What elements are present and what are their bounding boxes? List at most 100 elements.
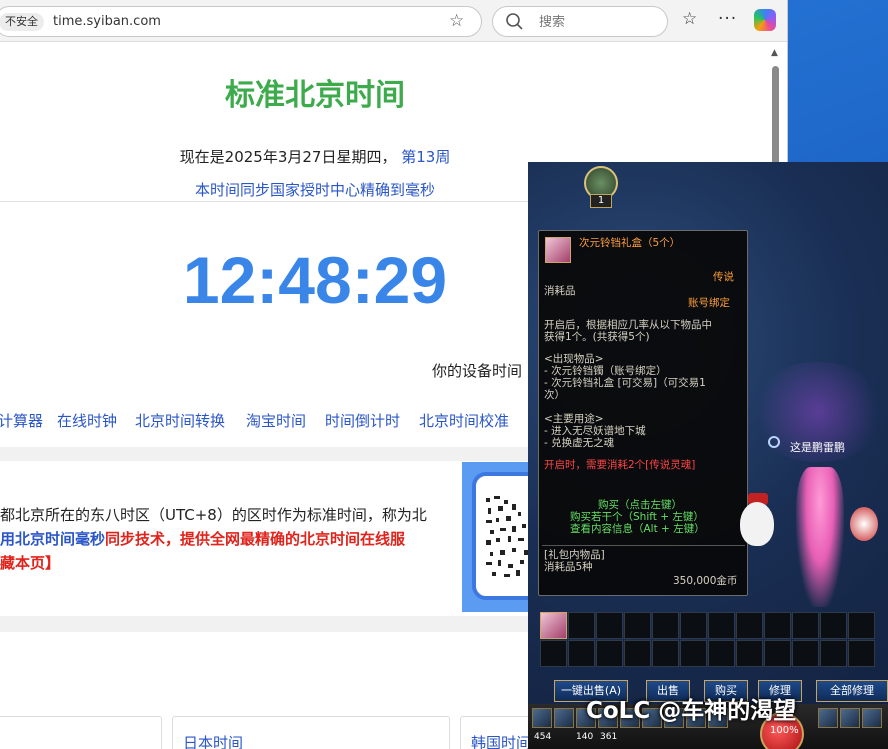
copilot-icon[interactable] (754, 9, 776, 31)
use-entry: - 兑换虚无之魂 (544, 437, 615, 449)
skill-slot[interactable] (840, 708, 860, 728)
item-price: 350,000金币 (673, 575, 738, 587)
watermark: CoLC @车神的渴望 (586, 698, 797, 724)
inventory-slot[interactable] (820, 640, 847, 667)
inventory-slot[interactable] (848, 612, 875, 639)
view-contents-hint: 查看内容信息（Alt + 左键） (570, 523, 705, 535)
scrollbar-thumb[interactable] (772, 66, 779, 166)
item-rarity: 传说 (713, 271, 734, 283)
inventory-slot[interactable] (596, 640, 623, 667)
repair-all-button[interactable]: 全部修理 (816, 680, 888, 702)
inventory-slot[interactable] (568, 640, 595, 667)
hp-percent: 100% (770, 725, 799, 736)
item-entry: - 次元铃铛礼盒 [可交易]（可交易1 (544, 377, 706, 389)
use-entry: - 进入无尽妖谱地下城 (544, 425, 646, 437)
nav-link-taobao-time[interactable]: 淘宝时间 (246, 410, 306, 431)
gift-box-icon (545, 237, 571, 263)
week-link[interactable]: 第13周 (401, 148, 450, 166)
search-icon (506, 13, 523, 30)
npc-name[interactable]: 这是鹏雷鹏 (790, 439, 845, 455)
item-type: 消耗品 (544, 285, 576, 297)
timezone-card-japan[interactable]: 日本时间 (172, 716, 450, 749)
pack-label: [礼包内物品] (544, 549, 605, 561)
inventory-slot[interactable] (764, 640, 791, 667)
url-text[interactable]: time.syiban.com (53, 14, 161, 29)
section-separator (0, 616, 560, 632)
security-indicator[interactable]: 不安全 (0, 13, 44, 31)
inventory-slot[interactable] (736, 612, 763, 639)
character-level: 1 (590, 194, 612, 208)
inventory-slot[interactable] (624, 640, 651, 667)
inventory-slot[interactable] (540, 612, 567, 639)
item-entry: 次） (544, 389, 565, 401)
inventory-slot[interactable] (568, 612, 595, 639)
item-name: 次元铃铛礼盒（5个） (579, 237, 681, 249)
intro-panel: 都北京所在的东八时区（UTC+8）的区时作为标准时间，称为北 用北京时间毫秒同步… (0, 462, 462, 612)
decoration-ball (850, 507, 878, 541)
skill-slot[interactable] (862, 708, 882, 728)
search-box[interactable] (492, 6, 668, 37)
item-desc: 开启后，根据相应几率从以下物品中 (544, 319, 712, 331)
inventory-slot[interactable] (708, 612, 735, 639)
search-input[interactable] (539, 12, 659, 32)
date-text: 现在是2025年3月27日星期四， (179, 148, 397, 166)
inventory-slot[interactable] (820, 612, 847, 639)
buy-multi-hint: 购买若干个（Shift + 左键） (570, 511, 704, 523)
divider (0, 201, 560, 202)
intro-line: 都北京所在的东八时区（UTC+8）的区时作为标准时间，称为北 (0, 506, 427, 524)
item-desc: 获得1个。(共获得5个) (544, 331, 650, 343)
nav-link-calibrate[interactable]: 北京时间校准 (419, 410, 509, 431)
skill-slot[interactable] (532, 708, 552, 728)
inventory-slot[interactable] (596, 612, 623, 639)
inventory-slot[interactable] (652, 640, 679, 667)
nav-link-calculator[interactable]: 计算器 (0, 410, 43, 431)
nav-link-countdown[interactable]: 时间倒计时 (325, 410, 400, 431)
buy-hint: 购买（点击左键） (598, 499, 682, 511)
items-header: <出现物品> (544, 353, 604, 365)
inventory-slot[interactable] (736, 640, 763, 667)
item-binding: 账号绑定 (688, 297, 730, 309)
inventory-slot[interactable] (680, 612, 707, 639)
inventory-slot[interactable] (764, 612, 791, 639)
browser-toolbar: 不安全 time.syiban.com ☆ ☆ ··· (0, 0, 787, 42)
inventory-grid (538, 610, 888, 670)
inventory-slot[interactable] (792, 640, 819, 667)
open-requirement: 开启时，需要消耗2个[传说灵魂] (544, 459, 696, 471)
pack-count: 消耗品5种 (544, 561, 593, 573)
item-count: 140 (576, 732, 594, 742)
scroll-up-arrow-icon[interactable]: ▲ (771, 48, 778, 58)
timezone-label[interactable]: 日本时间 (183, 732, 243, 749)
inventory-slot[interactable] (848, 640, 875, 667)
intro-line: 藏本页】 (0, 554, 61, 572)
qr-code-icon (486, 496, 528, 577)
inventory-slot[interactable] (792, 612, 819, 639)
favorite-star-icon[interactable]: ☆ (449, 11, 464, 31)
inventory-slot[interactable] (624, 612, 651, 639)
nav-link-beijing-convert[interactable]: 北京时间转换 (135, 410, 225, 431)
game-window: 1 次元铃铛礼盒（5个） 传说 消耗品 账号绑定 开启后，根据相应几率从以下物品… (528, 162, 888, 749)
npc-marker-icon (768, 436, 780, 448)
item-count: 454 (534, 732, 552, 742)
inventory-slot[interactable] (652, 612, 679, 639)
timezone-label[interactable]: 韩国时间 (471, 732, 531, 749)
intro-highlight: 用北京时间毫秒 (0, 530, 106, 548)
inventory-slot[interactable] (540, 640, 567, 667)
intro-line: 用北京时间毫秒同步技术，提供全网最精确的北京时间在线服 (0, 528, 405, 549)
inventory-slot[interactable] (708, 640, 735, 667)
skill-slot[interactable] (818, 708, 838, 728)
favorites-icon[interactable]: ☆ (682, 9, 697, 29)
skill-slot[interactable] (554, 708, 574, 728)
address-bar[interactable]: 不安全 time.syiban.com ☆ (0, 6, 482, 37)
npc-character[interactable] (796, 467, 844, 607)
tooltip-divider (542, 545, 745, 546)
device-time-label: 你的设备时间 (432, 362, 523, 380)
timezone-card[interactable] (0, 716, 162, 749)
section-separator (0, 447, 560, 461)
page-title: 标准北京时间 (225, 78, 405, 113)
nav-link-online-clock[interactable]: 在线时钟 (57, 410, 117, 431)
item-tooltip: 次元铃铛礼盒（5个） 传说 消耗品 账号绑定 开启后，根据相应几率从以下物品中 … (538, 230, 748, 596)
more-options-icon[interactable]: ··· (718, 9, 737, 29)
use-header: <主要用途> (544, 413, 604, 425)
snowman-decoration (740, 502, 774, 546)
inventory-slot[interactable] (680, 640, 707, 667)
